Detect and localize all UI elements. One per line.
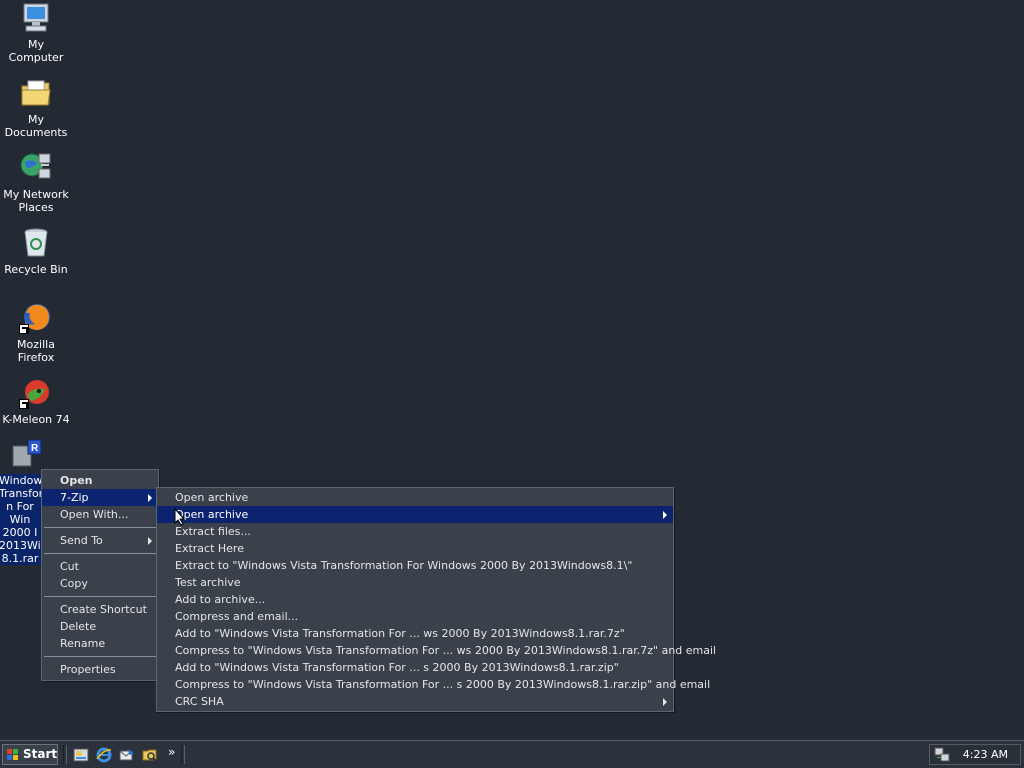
menu-separator	[44, 596, 156, 597]
menu-separator	[44, 527, 156, 528]
folder-icon	[19, 77, 53, 109]
desktop-icon-k-meleon[interactable]: K-Meleon 74	[0, 377, 72, 426]
submenu-arrow-icon	[663, 511, 667, 519]
menu-item-delete[interactable]: Delete	[42, 618, 158, 635]
internet-explorer-icon[interactable]	[96, 747, 112, 763]
desktop-icon-label-line: 2000 I	[0, 526, 42, 539]
outlook-express-icon[interactable]	[119, 747, 135, 763]
desktop-icon-label: K-Meleon 74	[2, 413, 70, 426]
menu-item-label: Send To	[60, 534, 103, 547]
submenu-item-add-to-7z[interactable]: Add to "Windows Vista Transformation For…	[157, 625, 673, 642]
menu-item-create-shortcut[interactable]: Create Shortcut	[42, 601, 158, 618]
show-desktop-icon[interactable]	[73, 747, 89, 763]
desktop-icon-label: My Network Places	[3, 188, 69, 214]
menu-item-cut[interactable]: Cut	[42, 558, 158, 575]
start-button[interactable]: Start	[2, 744, 58, 765]
menu-item-open-with[interactable]: Open With...	[42, 506, 158, 523]
shortcut-arrow-icon	[19, 399, 29, 409]
7zip-submenu: Open archive Open archive Extract files.…	[156, 487, 716, 712]
submenu-arrow-icon	[663, 698, 667, 706]
desktop-icon-label-line: 8.1.rar	[0, 552, 42, 565]
submenu-item-add-to-zip[interactable]: Add to "Windows Vista Transformation For…	[157, 659, 673, 676]
menu-item-rename[interactable]: Rename	[42, 635, 158, 652]
menu-item-label: CRC SHA	[175, 695, 224, 708]
kmeleon-icon	[19, 377, 53, 409]
submenu-item-open-archive[interactable]: Open archive	[157, 489, 673, 506]
desktop-icon-my-documents[interactable]: My Documents	[0, 77, 72, 139]
desktop-icon-rar-archive[interactable]: R Windows Transforn n For Win 2000 I 201…	[0, 438, 50, 565]
start-label: Start	[23, 747, 58, 761]
windows-flag-icon	[7, 749, 18, 760]
rar-archive-icon: R	[10, 438, 44, 470]
submenu-item-crc-sha[interactable]: CRC SHA	[157, 693, 673, 710]
mouse-cursor-icon	[174, 508, 186, 526]
menu-item-label: 7-Zip	[60, 491, 89, 504]
shortcut-arrow-icon	[19, 324, 29, 334]
taskbar-divider	[63, 745, 67, 764]
svg-text:R: R	[31, 443, 39, 454]
submenu-item-add-to-archive[interactable]: Add to archive...	[157, 591, 673, 608]
taskbar: Start » 4:23 AM	[0, 740, 1024, 768]
menu-separator	[44, 553, 156, 554]
desktop-icon-label-line: Transforn	[0, 487, 50, 500]
submenu-arrow-icon	[148, 537, 152, 545]
submenu-arrow-icon	[148, 494, 152, 502]
desktop-icon-label: Mozilla Firefox	[17, 338, 55, 364]
menu-item-send-to[interactable]: Send To	[42, 532, 158, 549]
menu-item-properties[interactable]: Properties	[42, 661, 158, 678]
clock[interactable]: 4:23 AM	[963, 748, 1008, 761]
desktop-icon-label: My Documents	[4, 113, 68, 139]
menu-item-copy[interactable]: Copy	[42, 575, 158, 592]
submenu-item-compress-7z-email[interactable]: Compress to "Windows Vista Transformatio…	[157, 642, 716, 659]
desktop-icon-my-computer[interactable]: My Computer	[0, 2, 72, 64]
system-tray: 4:23 AM	[929, 744, 1021, 765]
menu-item-open[interactable]: Open	[42, 472, 158, 489]
desktop-icon-label: My Computer	[8, 38, 64, 64]
desktop-icon-label-line: n For Win	[0, 500, 42, 526]
desktop-icon-my-network-places[interactable]: My Network Places	[0, 152, 72, 214]
desktop-icon-mozilla-firefox[interactable]: Mozilla Firefox	[0, 302, 72, 364]
context-menu: Open 7-Zip Open With... Send To Cut Copy…	[41, 469, 159, 681]
desktop-icon-label-line: Windows	[0, 474, 49, 487]
submenu-item-compress-and-email[interactable]: Compress and email...	[157, 608, 673, 625]
desktop-icon-recycle-bin[interactable]: Recycle Bin	[0, 227, 72, 276]
submenu-item-extract-to[interactable]: Extract to "Windows Vista Transformation…	[157, 557, 673, 574]
submenu-item-extract-files[interactable]: Extract files...	[157, 523, 673, 540]
menu-item-7zip[interactable]: 7-Zip	[42, 489, 158, 506]
desktop-icon-label-line: 2013Win	[0, 539, 48, 552]
recycle-bin-icon	[19, 227, 53, 259]
firefox-icon	[19, 302, 53, 334]
submenu-item-test-archive[interactable]: Test archive	[157, 574, 673, 591]
menu-separator	[44, 656, 156, 657]
submenu-item-extract-here[interactable]: Extract Here	[157, 540, 673, 557]
desktop-icon-label: Recycle Bin	[4, 263, 68, 276]
network-icon	[19, 152, 53, 184]
windows-explorer-icon[interactable]	[142, 747, 158, 763]
taskbar-divider	[181, 745, 185, 764]
submenu-item-open-archive-more[interactable]: Open archive	[157, 506, 673, 523]
monitor-icon	[19, 2, 53, 34]
quick-launch-overflow-button[interactable]: »	[168, 745, 175, 759]
network-tray-icon[interactable]	[934, 747, 950, 763]
submenu-item-compress-zip-email[interactable]: Compress to "Windows Vista Transformatio…	[157, 676, 710, 693]
